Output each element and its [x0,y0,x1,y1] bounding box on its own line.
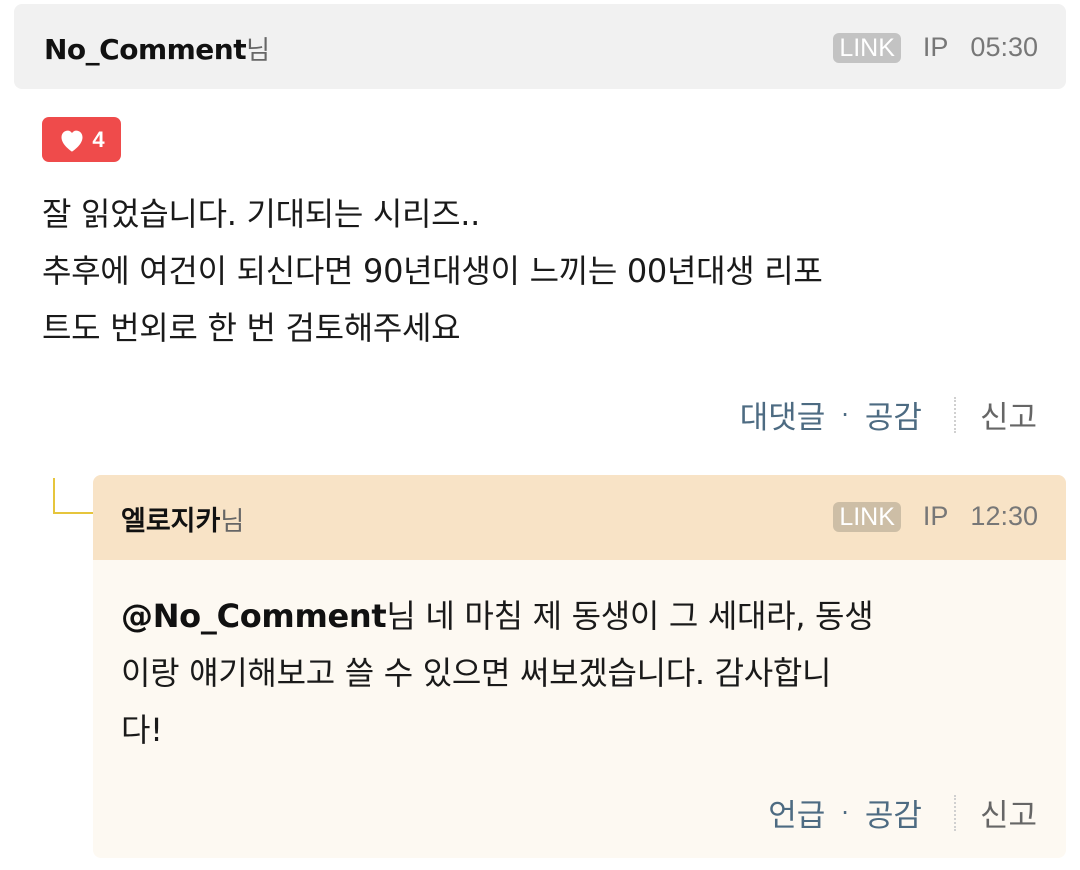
reply-ip-label: IP [922,501,949,531]
comment-timestamp: 05:30 [970,32,1038,62]
reply-button[interactable]: 대댓글 [740,392,826,437]
reply-body: @No_Comment님 네 마침 제 동생이 그 세대라, 동생 이랑 얘기해… [121,588,1041,759]
comment-actions: 대댓글 · 공감 신고 [740,392,1037,437]
action-separator-dot: · [841,798,849,827]
reply-header: 엘로지카님 LINK IP 12:30 [93,475,1066,560]
reply-author[interactable]: 엘로지카님 [121,499,244,538]
empathy-button[interactable]: 공감 [865,790,922,835]
report-button[interactable]: 신고 [980,392,1037,437]
reply-mention-link[interactable]: @No_Comment [121,597,387,635]
reply-author-name[interactable]: 엘로지카 [121,506,220,537]
mention-button[interactable]: 언급 [768,790,825,835]
reply-author-honorific: 님 [220,507,245,537]
reply-link-badge[interactable]: LINK [833,501,901,532]
heart-icon [61,130,83,152]
comment-meta: LINK IP 05:30 [833,32,1038,63]
comment-author-honorific: 님 [246,36,270,66]
comment-author-name[interactable]: No_Comment [44,33,247,66]
like-count-badge[interactable]: 4 [42,117,121,162]
reply-timestamp: 12:30 [970,501,1038,531]
reply-connector-line [53,478,93,514]
comment-link-badge[interactable]: LINK [833,32,901,63]
comment-body: 잘 읽었습니다. 기대되는 시리즈.. 추후에 여건이 되신다면 90년대생이 … [42,195,823,347]
report-button[interactable]: 신고 [980,790,1037,835]
reply-meta: LINK IP 12:30 [833,501,1038,532]
action-divider [953,794,956,831]
reply-actions: 언급 · 공감 신고 [768,790,1037,835]
empathy-button[interactable]: 공감 [865,392,922,437]
action-divider [953,396,956,433]
like-count: 4 [92,126,105,152]
comment-author[interactable]: No_Comment님 [44,30,270,67]
comment-ip-label: IP [922,32,949,62]
action-separator-dot: · [841,400,849,429]
comment-header: No_Comment님 LINK IP 05:30 [14,4,1066,89]
